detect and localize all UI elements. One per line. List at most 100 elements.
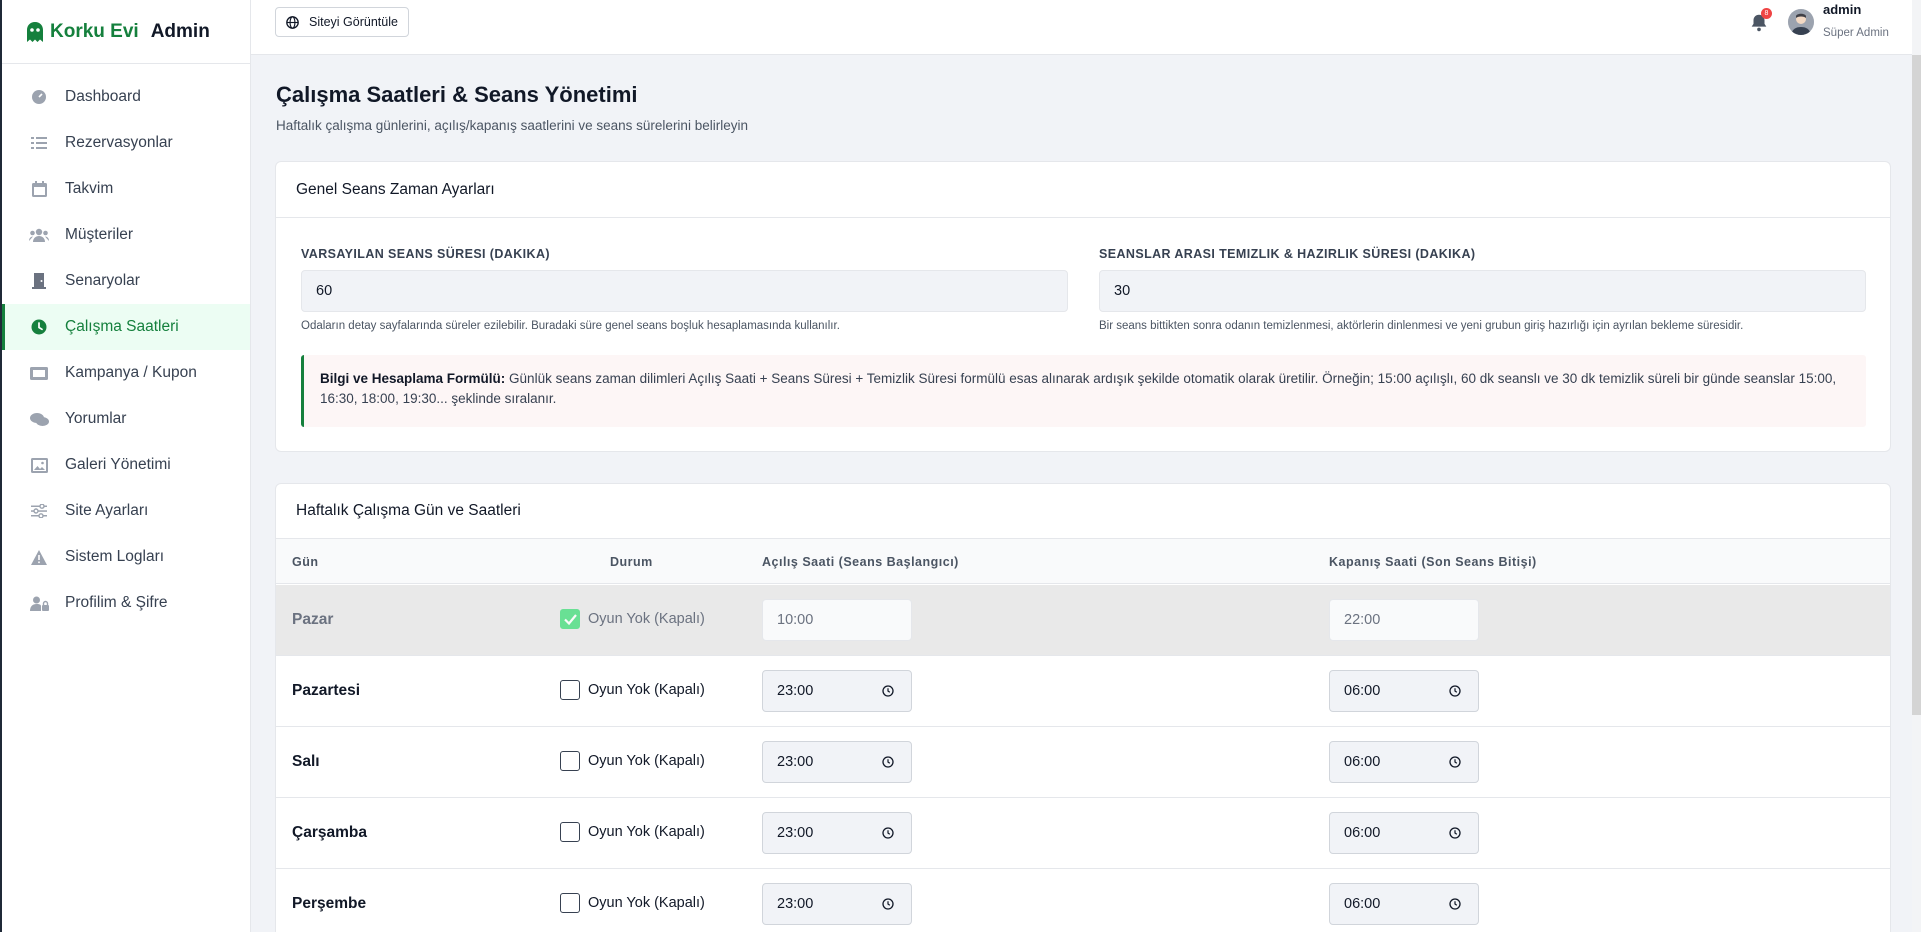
close-time-input[interactable]: 22:00 — [1329, 599, 1479, 641]
closed-checkbox[interactable]: Oyun Yok (Kapalı) — [560, 751, 705, 771]
open-time-value: 23:00 — [777, 825, 814, 841]
sidebar-item-label: Yorumlar — [65, 410, 127, 427]
sidebar-item-label: Senaryolar — [65, 272, 140, 289]
closed-checkbox[interactable]: Oyun Yok (Kapalı) — [560, 893, 705, 913]
gauge-icon — [29, 88, 49, 106]
sidebar-item-kampanya-kupon[interactable]: Kampanya / Kupon — [2, 350, 250, 396]
day-name: Perşembe — [292, 895, 367, 912]
clock-icon[interactable] — [1449, 685, 1461, 697]
cleanup-duration-field: Seanslar Arası Temizlik & Hazırlık Süres… — [1099, 247, 1866, 332]
sidebar-item-senaryolar[interactable]: Senaryolar — [2, 258, 250, 304]
closed-label: Oyun Yok (Kapalı) — [588, 611, 705, 627]
open-time-value: 23:00 — [777, 896, 814, 912]
brand-logo[interactable]: Korku Evi Admin — [2, 0, 250, 64]
closed-checkbox[interactable]: Oyun Yok (Kapalı) — [560, 680, 705, 700]
brand-name: Korku Evi — [50, 20, 139, 42]
sliders-icon — [29, 502, 49, 520]
sidebar-item-rezervasyonlar[interactable]: Rezervasyonlar — [2, 120, 250, 166]
sidebar-item-m-teriler[interactable]: Müşteriler — [2, 212, 250, 258]
sidebar-item-label: Galeri Yönetimi — [65, 456, 171, 473]
sidebar-item-label: Kampanya / Kupon — [65, 364, 197, 381]
cleanup-duration-label: Seanslar Arası Temizlik & Hazırlık Süres… — [1099, 247, 1476, 261]
open-time-input[interactable]: 23:00 — [762, 883, 912, 925]
close-time-value: 22:00 — [1344, 612, 1381, 628]
sidebar-item-label: Profilim & Şifre — [65, 594, 168, 611]
cleanup-duration-help: Bir seans bittikten sonra odanın temizle… — [1099, 320, 1744, 332]
avatar[interactable] — [1788, 9, 1814, 35]
table-row: Perşembe Oyun Yok (Kapalı) 23:00 06:00 — [276, 869, 1890, 932]
sidebar-item-label: Site Ayarları — [65, 502, 149, 519]
open-time-input[interactable]: 10:00 — [762, 599, 912, 641]
sidebar-item-yorumlar[interactable]: Yorumlar — [2, 396, 250, 442]
header-close-time: Kapanış Saati (Son Seans Bitişi) — [1329, 555, 1537, 569]
clock-icon[interactable] — [882, 685, 894, 697]
clock-icon[interactable] — [882, 756, 894, 768]
cleanup-duration-input[interactable]: 30 — [1099, 270, 1866, 312]
closed-label: Oyun Yok (Kapalı) — [588, 824, 705, 840]
day-name: Pazartesi — [292, 682, 361, 699]
closed-checkbox[interactable]: Oyun Yok (Kapalı) — [560, 822, 705, 842]
globe-icon — [286, 15, 299, 29]
page-title: Çalışma Saatleri & Seans Yönetimi — [276, 82, 638, 107]
close-time-input[interactable]: 06:00 — [1329, 812, 1479, 854]
close-time-value: 06:00 — [1344, 896, 1381, 912]
general-settings-title: Genel Seans Zaman Ayarları — [276, 162, 1890, 218]
clock-icon — [29, 318, 49, 336]
table-row: Salı Oyun Yok (Kapalı) 23:00 06:00 — [276, 727, 1890, 798]
close-time-input[interactable]: 06:00 — [1329, 741, 1479, 783]
open-time-input[interactable]: 23:00 — [762, 741, 912, 783]
day-name: Çarşamba — [292, 824, 367, 841]
list-icon — [29, 134, 49, 152]
clock-icon[interactable] — [1449, 827, 1461, 839]
formula-info-box: Bilgi ve Hesaplama Formülü: Günlük seans… — [301, 355, 1866, 427]
session-duration-label: Varsayılan Seans Süresi (Dakika) — [301, 247, 550, 261]
clock-icon[interactable] — [882, 898, 894, 910]
user-name[interactable]: admin — [1823, 2, 1861, 17]
users-icon — [29, 226, 49, 244]
open-time-value: 23:00 — [777, 683, 814, 699]
weekly-hours-title: Haftalık Çalışma Gün ve Saatleri — [296, 502, 521, 519]
clock-icon[interactable] — [882, 827, 894, 839]
checkbox-box[interactable] — [560, 893, 580, 913]
sidebar-item--al-ma-saatleri[interactable]: Çalışma Saatleri — [2, 304, 250, 350]
open-time-input[interactable]: 23:00 — [762, 812, 912, 854]
formula-info-text: Günlük seans zaman dilimleri Açılış Saat… — [320, 371, 1837, 406]
weekly-hours-card: Haftalık Çalışma Gün ve Saatleri Gün Dur… — [275, 483, 1891, 932]
sidebar-item-site-ayarlar-[interactable]: Site Ayarları — [2, 488, 250, 534]
view-site-button[interactable]: Siteyi Görüntüle — [275, 7, 409, 37]
formula-info-title: Bilgi ve Hesaplama Formülü: — [320, 371, 506, 386]
open-time-input[interactable]: 23:00 — [762, 670, 912, 712]
checkbox-box[interactable] — [560, 609, 580, 629]
sidebar-item-galeri-y-netimi[interactable]: Galeri Yönetimi — [2, 442, 250, 488]
closed-label: Oyun Yok (Kapalı) — [588, 753, 705, 769]
checkbox-box[interactable] — [560, 751, 580, 771]
sidebar-item-profilim-ifre[interactable]: Profilim & Şifre — [2, 580, 250, 626]
ticket-icon — [29, 364, 49, 382]
closed-label: Oyun Yok (Kapalı) — [588, 895, 705, 911]
clock-icon[interactable] — [1449, 898, 1461, 910]
open-time-value: 10:00 — [777, 612, 814, 628]
table-row: Pazar Oyun Yok (Kapalı) 10:00 22:00 — [276, 585, 1890, 656]
user-role: Süper Admin — [1823, 27, 1889, 39]
user-lock-icon — [29, 594, 49, 612]
main-content: Çalışma Saatleri & Seans Yönetimi Haftal… — [251, 55, 1912, 932]
sidebar-item-dashboard[interactable]: Dashboard — [2, 74, 250, 120]
close-time-input[interactable]: 06:00 — [1329, 670, 1479, 712]
sidebar-item-label: Takvim — [65, 180, 114, 197]
closed-checkbox[interactable]: Oyun Yok (Kapalı) — [560, 609, 705, 629]
view-site-label: Siteyi Görüntüle — [309, 15, 398, 29]
notification-badge: 8 — [1761, 8, 1772, 19]
scrollbar-thumb[interactable] — [1912, 55, 1921, 715]
clock-icon[interactable] — [1449, 756, 1461, 768]
open-time-value: 23:00 — [777, 754, 814, 770]
sidebar-item-takvim[interactable]: Takvim — [2, 166, 250, 212]
image-icon — [29, 456, 49, 474]
sidebar-item-sistem-loglar-[interactable]: Sistem Logları — [2, 534, 250, 580]
checkbox-box[interactable] — [560, 822, 580, 842]
session-duration-input[interactable]: 60 — [301, 270, 1068, 312]
sidebar-item-label: Müşteriler — [65, 226, 134, 243]
warning-icon — [29, 548, 49, 566]
checkbox-box[interactable] — [560, 680, 580, 700]
ghost-icon — [27, 21, 43, 42]
close-time-input[interactable]: 06:00 — [1329, 883, 1479, 925]
